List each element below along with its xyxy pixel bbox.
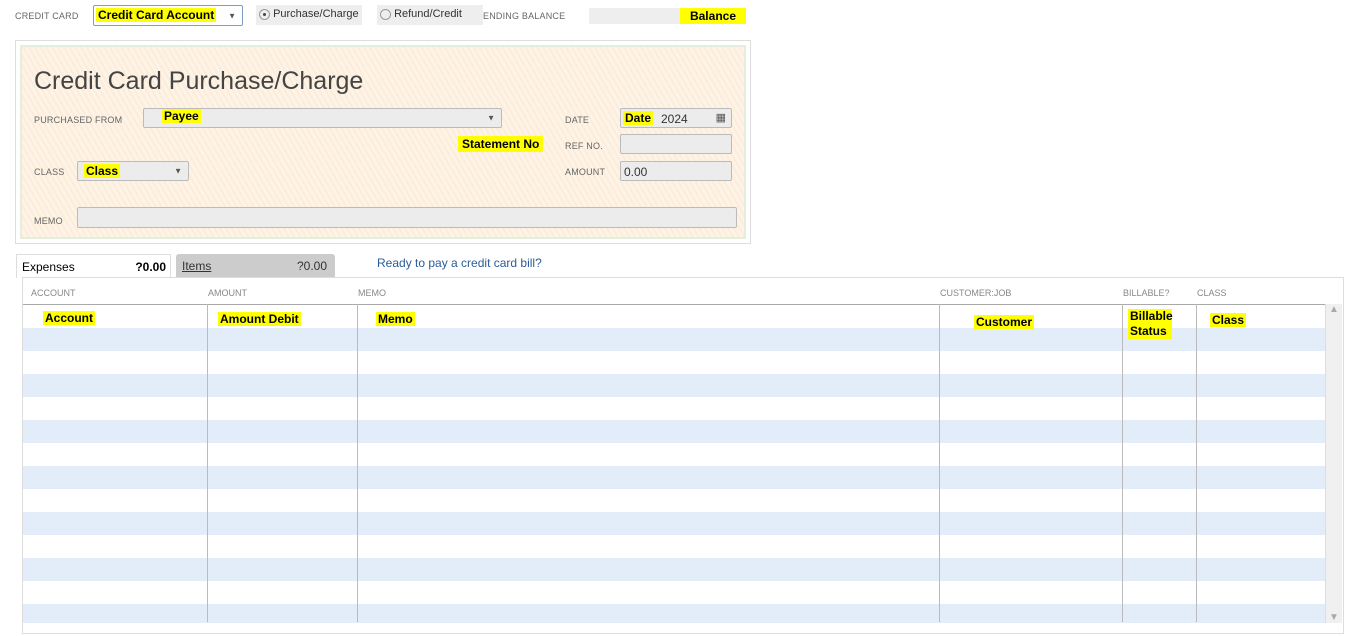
payee-value: Payee [162, 109, 201, 123]
radio-icon [380, 8, 391, 20]
form-title: Credit Card Purchase/Charge [34, 67, 364, 95]
pay-credit-card-bill-link[interactable]: Ready to pay a credit card bill? [377, 256, 542, 270]
table-row[interactable] [23, 604, 1325, 623]
cell-billable[interactable]: Billable Status [1128, 309, 1173, 339]
table-row[interactable] [23, 558, 1325, 581]
table-row[interactable] [23, 512, 1325, 535]
date-label: DATE [565, 115, 590, 125]
table-row[interactable] [23, 466, 1325, 489]
date-field[interactable]: Date 2024 ▦ [620, 108, 732, 128]
purchase-charge-radio[interactable]: Purchase/Charge [256, 5, 362, 25]
check-form: Credit Card Purchase/Charge PURCHASED FR… [15, 40, 751, 244]
table-row[interactable] [23, 374, 1325, 397]
tab-amount: ?0.00 [296, 259, 327, 273]
table-row[interactable] [23, 443, 1325, 466]
class-label: CLASS [34, 167, 65, 177]
column-header-memo[interactable]: MEMO [358, 288, 386, 298]
cell-account[interactable]: Account [43, 311, 95, 325]
ending-balance-field: Balance [589, 8, 746, 24]
table-body [23, 304, 1325, 623]
cell-amount[interactable]: Amount Debit [218, 312, 301, 326]
scroll-down-icon[interactable]: ▼ [1329, 612, 1339, 623]
memo-label: MEMO [34, 216, 63, 226]
ending-balance-value: Balance [679, 8, 746, 24]
column-header-amount[interactable]: AMOUNT [208, 288, 247, 298]
refund-label: Refund/Credit [394, 8, 462, 20]
credit-card-label: CREDIT CARD [15, 11, 79, 21]
purchased-from-label: PURCHASED FROM [34, 115, 123, 125]
memo-field[interactable] [77, 207, 737, 228]
table-row[interactable] [23, 397, 1325, 420]
chevron-down-icon: ▼ [487, 113, 495, 123]
scroll-up-icon[interactable]: ▲ [1329, 304, 1339, 315]
column-header-account[interactable]: ACCOUNT [31, 288, 76, 298]
class-value: Class [84, 164, 121, 178]
column-header-billable[interactable]: BILLABLE? [1123, 288, 1170, 298]
calendar-icon[interactable]: ▦ [716, 111, 726, 124]
table-row[interactable] [23, 535, 1325, 558]
tab-items[interactable]: Items ?0.00 [176, 254, 335, 277]
ref-no-field[interactable] [620, 134, 732, 154]
vertical-scrollbar[interactable]: ▲ ▼ [1325, 304, 1342, 623]
date-value: 2024 [661, 112, 688, 126]
cell-class[interactable]: Class [1210, 313, 1247, 327]
table-row[interactable] [23, 420, 1325, 443]
tab-label: Expenses [22, 260, 75, 274]
cell-customer[interactable]: Customer [974, 315, 1035, 329]
radio-selected-icon [259, 8, 270, 20]
credit-card-value: Credit Card Account [96, 8, 217, 22]
statement-no-tag: Statement No [458, 136, 544, 152]
tab-amount: ?0.00 [135, 260, 166, 274]
purchase-label: Purchase/Charge [273, 8, 359, 20]
amount-label: AMOUNT [565, 167, 606, 177]
table-row[interactable] [23, 489, 1325, 512]
ref-no-label: REF NO. [565, 141, 603, 151]
chevron-down-icon: ▼ [174, 166, 182, 176]
class-dropdown[interactable]: Class ▼ [77, 161, 189, 181]
tab-expenses[interactable]: Expenses ?0.00 [16, 254, 171, 278]
ending-balance-label: ENDING BALANCE [483, 11, 566, 21]
column-header-class[interactable]: CLASS [1197, 288, 1227, 298]
payee-dropdown[interactable]: Payee ▼ [143, 108, 502, 128]
chevron-down-icon: ▼ [228, 11, 236, 20]
table-row[interactable] [23, 581, 1325, 604]
date-tag: Date [623, 111, 654, 125]
cell-memo[interactable]: Memo [376, 312, 415, 326]
amount-field[interactable]: 0.00 [620, 161, 732, 181]
expenses-table: ACCOUNT AMOUNT MEMO CUSTOMER:JOB BILLABL… [22, 277, 1344, 634]
refund-credit-radio[interactable]: Refund/Credit [377, 5, 483, 25]
table-row[interactable] [23, 351, 1325, 374]
credit-card-dropdown[interactable]: Credit Card Account ▼ [93, 5, 243, 26]
tab-label: Items [182, 259, 212, 273]
column-header-customer-job[interactable]: CUSTOMER:JOB [940, 288, 1011, 298]
